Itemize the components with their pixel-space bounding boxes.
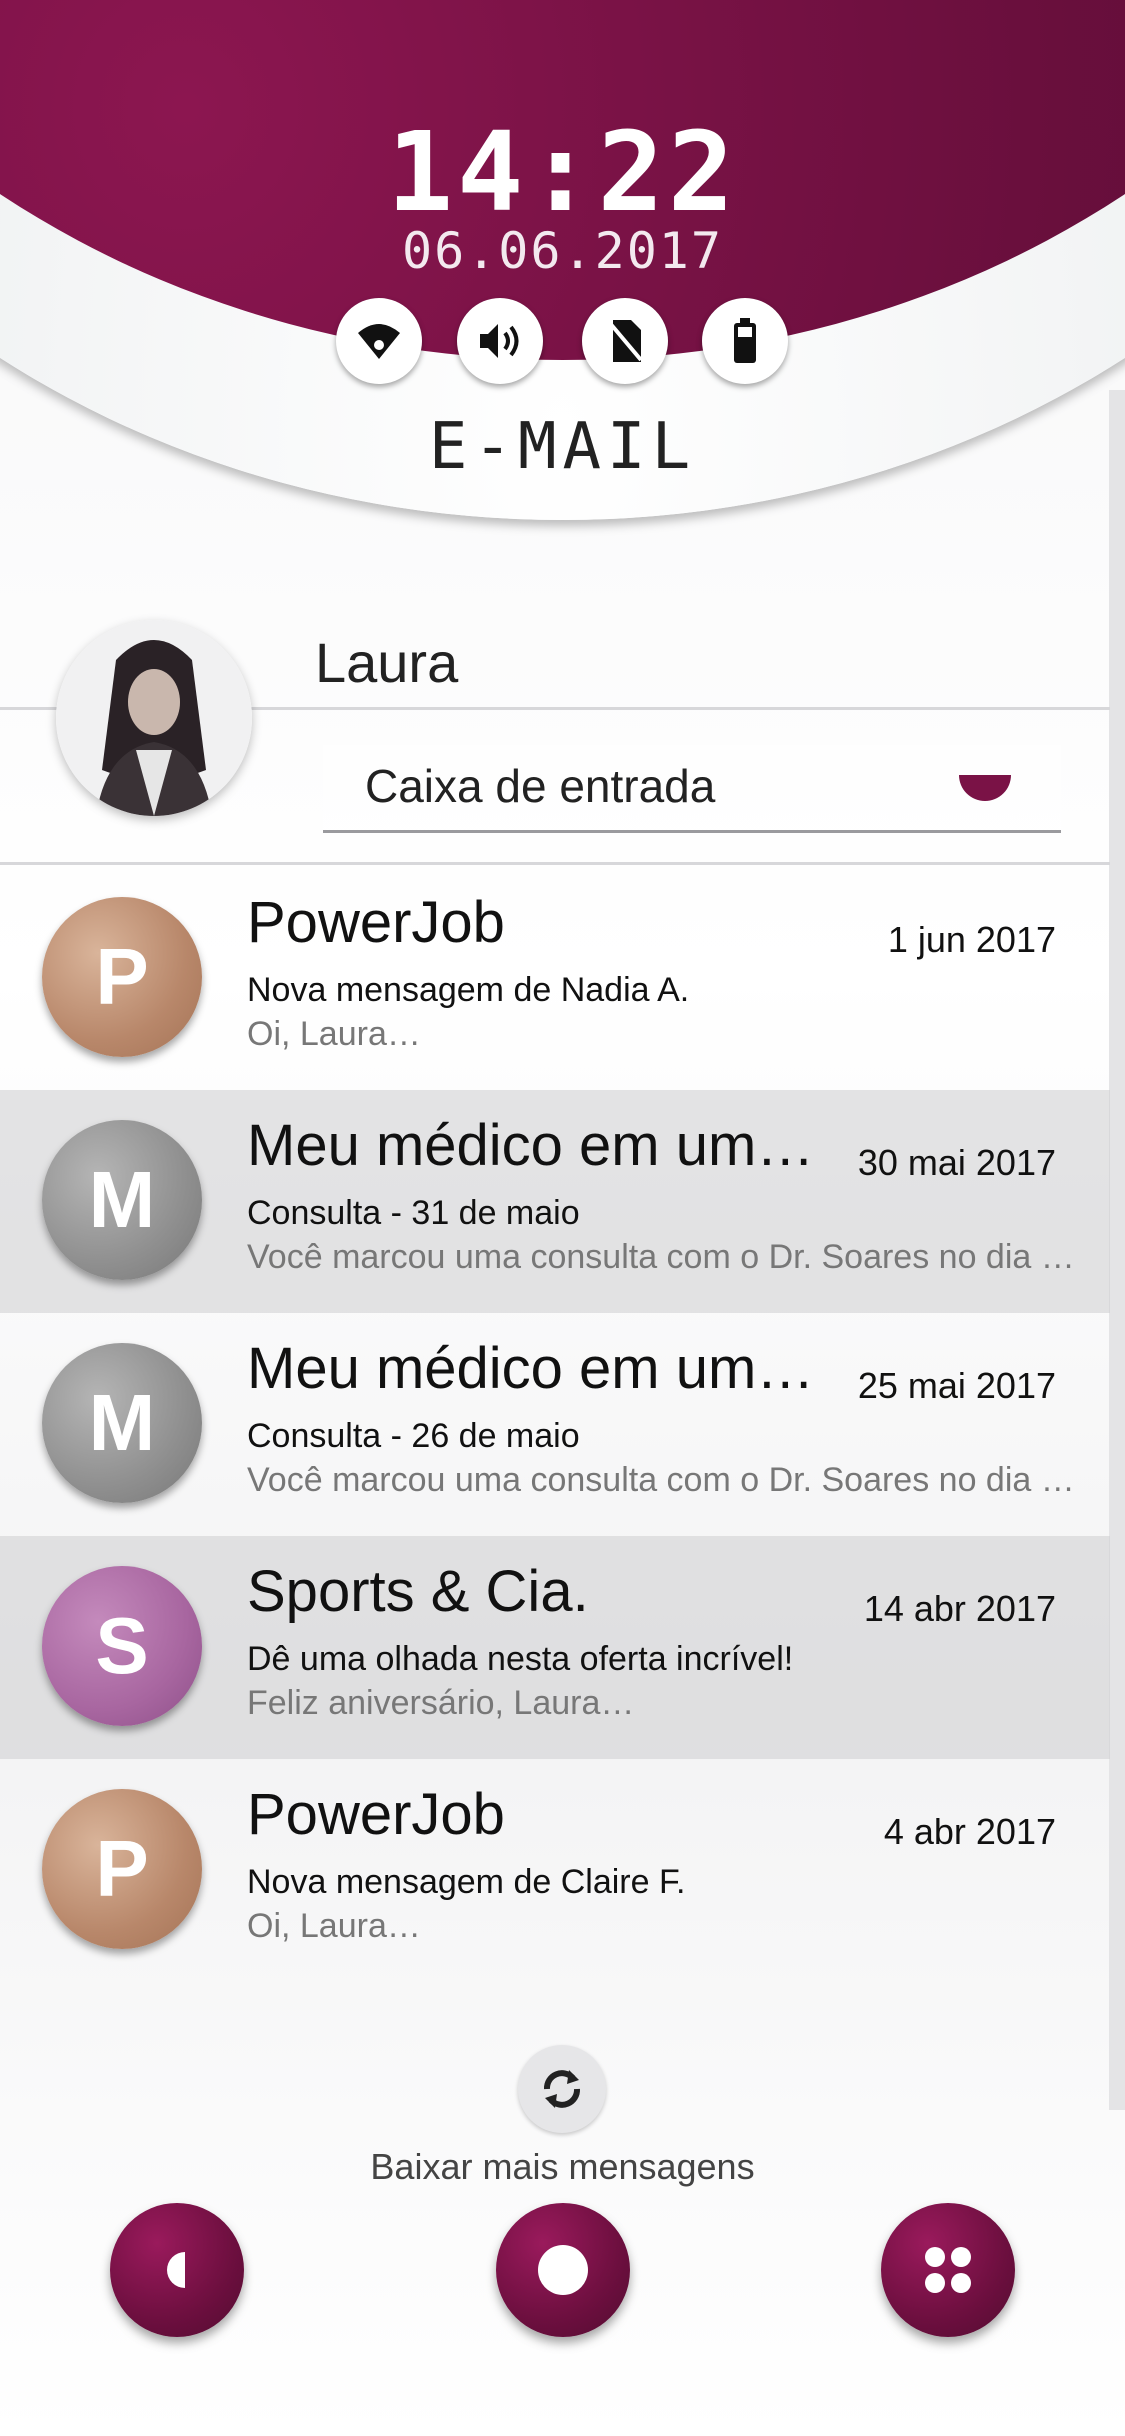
- message-row[interactable]: M Meu médico em um… 25 mai 2017 Consulta…: [0, 1313, 1110, 1536]
- message-date: 14 abr 2017: [863, 1588, 1056, 1629]
- apps-grid-icon: [925, 2247, 971, 2293]
- message-row[interactable]: P PowerJob 4 abr 2017 Nova mensagem de C…: [0, 1759, 1110, 1982]
- scrollbar[interactable]: [1109, 390, 1125, 2110]
- message-row[interactable]: S Sports & Cia. 14 abr 2017 Dê uma olhad…: [0, 1536, 1110, 1759]
- message-sender: Sports & Cia.: [247, 1559, 589, 1624]
- apps-button[interactable]: [881, 2203, 1015, 2337]
- account-name: Laura: [315, 631, 459, 694]
- app-title: E-MAIL: [428, 410, 697, 484]
- message-preview: Oi, Laura…: [247, 1907, 421, 1945]
- message-sender: PowerJob: [247, 1782, 505, 1847]
- chevron-down-icon: [959, 775, 1011, 801]
- message-date: 1 jun 2017: [887, 919, 1056, 960]
- clock-date: 06.06.2017: [401, 222, 724, 280]
- message-sender: Meu médico em um…: [247, 1113, 815, 1178]
- message-subject: Dê uma olhada nesta oferta incrível!: [247, 1640, 794, 1678]
- message-subject: Nova mensagem de Claire F.: [247, 1863, 686, 1901]
- clock-time: 14:22: [386, 108, 739, 236]
- message-sender: PowerJob: [247, 890, 505, 955]
- sender-avatar: M: [42, 1120, 202, 1280]
- message-subject: Consulta - 26 de maio: [247, 1417, 580, 1455]
- message-subject: Consulta - 31 de maio: [247, 1194, 580, 1232]
- sender-avatar: S: [42, 1566, 202, 1726]
- sender-avatar: P: [42, 897, 202, 1057]
- user-avatar[interactable]: [56, 620, 252, 816]
- sender-avatar: M: [42, 1343, 202, 1503]
- back-button[interactable]: [110, 2203, 244, 2337]
- message-subject: Nova mensagem de Nadia A.: [247, 971, 690, 1009]
- message-row[interactable]: P PowerJob 1 jun 2017 Nova mensagem de N…: [0, 867, 1110, 1090]
- message-date: 4 abr 2017: [883, 1811, 1056, 1852]
- message-date: 25 mai 2017: [857, 1365, 1056, 1406]
- refresh-icon: [544, 2070, 580, 2108]
- message-sender: Meu médico em um…: [247, 1336, 815, 1401]
- message-date: 30 mai 2017: [857, 1142, 1056, 1183]
- message-preview: Oi, Laura…: [247, 1015, 421, 1053]
- message-row[interactable]: M Meu médico em um… 30 mai 2017 Consulta…: [0, 1090, 1110, 1313]
- message-preview: Você marcou uma consulta com o Dr. Soare…: [247, 1238, 1075, 1276]
- header: 14:22 06.06.2017 E-MAIL: [0, 0, 1125, 540]
- message-preview: Você marcou uma consulta com o Dr. Soare…: [247, 1461, 1075, 1499]
- battery-icon[interactable]: [702, 298, 788, 384]
- folder-select[interactable]: Caixa de entrada: [323, 745, 1061, 833]
- wifi-icon[interactable]: [336, 298, 422, 384]
- home-icon: [538, 2245, 588, 2295]
- status-icons: [0, 298, 1125, 388]
- divider: [0, 862, 1110, 865]
- no-sim-icon[interactable]: [582, 298, 668, 384]
- sender-avatar: P: [42, 1789, 202, 1949]
- back-icon: [167, 2252, 185, 2288]
- message-preview: Feliz aniversário, Laura…: [247, 1684, 635, 1722]
- volume-icon[interactable]: [457, 298, 543, 384]
- refresh-button[interactable]: [518, 2045, 606, 2133]
- load-more-label[interactable]: Baixar mais mensagens: [0, 2146, 1125, 2188]
- folder-label: Caixa de entrada: [365, 760, 716, 812]
- home-button[interactable]: [496, 2203, 630, 2337]
